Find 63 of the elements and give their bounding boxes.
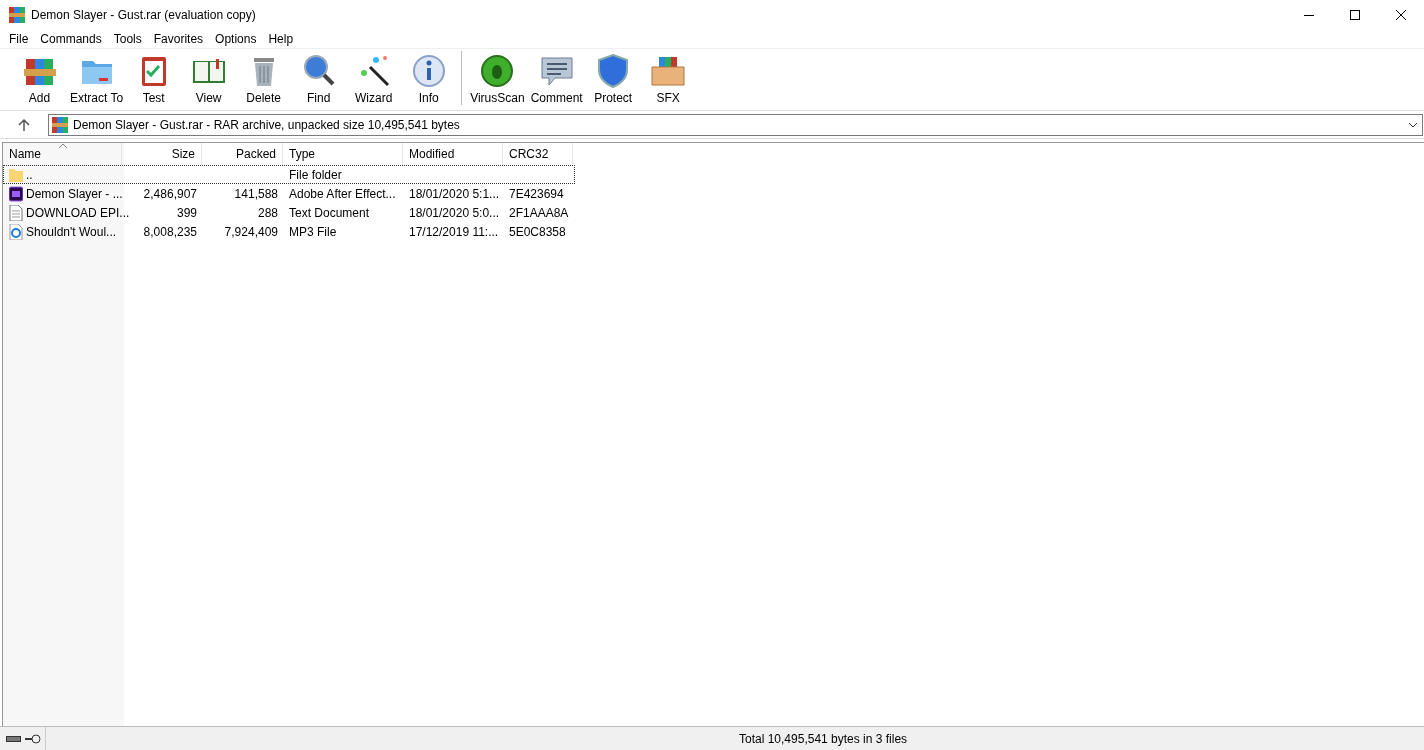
minimize-icon — [1304, 14, 1314, 16]
toolbar-button[interactable]: Wizard — [346, 53, 402, 107]
address-text: Demon Slayer - Gust.rar - RAR archive, unpacked size 10,495,541 bytes — [73, 116, 460, 134]
table-cell-text: DOWNLOAD EPI... — [26, 204, 130, 222]
window-title: Demon Slayer - Gust.rar (evaluation copy) — [31, 7, 256, 24]
table-cell-text: 18/01/2020 5:1... — [409, 185, 500, 203]
menu-item[interactable]: Help — [262, 30, 300, 48]
column-header[interactable]: Name — [3, 143, 122, 165]
toolbar-button[interactable]: Extract To — [67, 53, 127, 107]
address-field[interactable]: Demon Slayer - Gust.rar - RAR archive, unpacked size 10,495,541 bytes — [48, 113, 1423, 136]
app-icon — [9, 7, 25, 23]
table-cell-text: 17/12/2019 11:... — [409, 223, 499, 241]
table-cell-text: 7,924,409 — [224, 223, 278, 241]
table-cell-text: 18/01/2020 5:0... — [409, 204, 500, 222]
toolbar-button[interactable]: VirusScan — [467, 53, 528, 107]
file-row[interactable]: DOWNLOAD EPI... 399 288 Text Document 18/01/2020 5:0... 2F1AAA8A — [3, 203, 575, 222]
table-cell-text: MP3 File — [289, 223, 337, 241]
toolbar-button[interactable]: Delete — [236, 53, 292, 107]
toolbar-button[interactable]: Info — [401, 53, 457, 107]
table-cell-text: .. — [26, 166, 33, 184]
file-icon — [9, 185, 23, 202]
table-cell-text: Adobe After Effect... — [289, 185, 396, 203]
table-cell-text: 7E423694 — [509, 185, 564, 203]
toolbar-button[interactable]: Add — [12, 53, 67, 107]
chevron-down-icon — [1408, 121, 1418, 128]
table-cell-text: 2F1AAA8A — [509, 204, 569, 222]
toolbar-button[interactable]: Comment — [527, 53, 586, 107]
table-cell-text: 8,008,235 — [143, 223, 197, 241]
toolbar-button[interactable]: SFX — [640, 53, 696, 107]
file-row[interactable]: Shouldn't Woul... 8,008,235 7,924,409 MP3 File 17/12/2019 11:... 5E0C8358 — [3, 222, 575, 241]
status-text: Total 10,495,541 bytes in 3 files — [739, 730, 908, 748]
toolbar-button[interactable]: Protect — [585, 53, 641, 107]
menu-item[interactable]: Commands — [34, 30, 108, 48]
table-cell-text: 399 — [176, 204, 197, 222]
maximize-icon — [1350, 10, 1360, 20]
file-row[interactable]: Demon Slayer - ... 2,486,907 141,588 Adobe After Effect... 18/01/2020 5:1... 7E423694 — [3, 184, 575, 203]
table-cell-text: 141,588 — [234, 185, 278, 203]
menu-item[interactable]: File — [3, 30, 35, 48]
toolbar-button[interactable]: Find — [291, 53, 347, 107]
column-header[interactable]: CRC32 — [503, 143, 573, 165]
table-cell-text: Demon Slayer - ... — [26, 185, 123, 203]
table-cell-text: Shouldn't Woul... — [26, 223, 117, 241]
menu-item[interactable]: Tools — [107, 30, 148, 48]
drive-icon — [6, 734, 22, 743]
sort-caret-icon — [58, 143, 68, 149]
column-header[interactable]: Size — [122, 143, 202, 165]
close-icon — [1396, 10, 1406, 20]
file-row[interactable]: .. File folder — [3, 165, 575, 184]
table-cell-text: 288 — [257, 204, 278, 222]
column-header[interactable]: Packed — [202, 143, 283, 165]
table-cell-text: 2,486,907 — [143, 185, 197, 203]
menu-item[interactable]: Options — [209, 30, 263, 48]
menu-item[interactable]: Favorites — [147, 30, 210, 48]
archive-icon — [52, 116, 68, 133]
toolbar-button[interactable]: Test — [126, 53, 182, 107]
column-header[interactable]: Type — [283, 143, 403, 165]
column-header[interactable]: Modified — [403, 143, 503, 165]
toolbar-button[interactable]: View — [181, 53, 237, 107]
table-cell-text: Text Document — [289, 204, 370, 222]
key-icon — [25, 733, 41, 744]
table-cell-text: 5E0C8358 — [509, 223, 566, 241]
info-icon — [410, 53, 447, 89]
table-cell-text: File folder — [289, 166, 342, 184]
